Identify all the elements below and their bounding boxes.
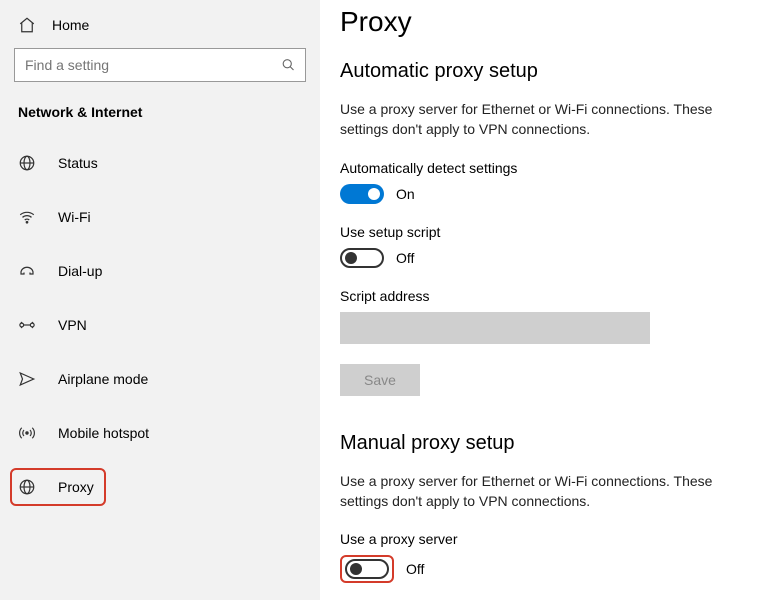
save-button[interactable]: Save bbox=[340, 364, 420, 396]
home-icon bbox=[18, 16, 36, 34]
sidebar-item-label: Status bbox=[58, 155, 98, 171]
search-wrap bbox=[14, 48, 306, 82]
home-label: Home bbox=[52, 17, 89, 33]
sidebar-item-label: VPN bbox=[58, 317, 87, 333]
sidebar-item-label: Airplane mode bbox=[58, 371, 148, 387]
sidebar-item-proxy[interactable]: Proxy bbox=[10, 468, 106, 506]
airplane-icon bbox=[18, 370, 36, 388]
page-title: Proxy bbox=[340, 6, 748, 38]
use-proxy-toggle[interactable] bbox=[345, 559, 389, 579]
home-nav[interactable]: Home bbox=[14, 12, 306, 48]
setup-script-state: Off bbox=[396, 250, 414, 266]
hotspot-icon bbox=[18, 424, 36, 442]
sidebar-item-dialup[interactable]: Dial-up bbox=[14, 252, 306, 290]
use-proxy-highlight bbox=[340, 555, 394, 583]
sidebar-item-wifi[interactable]: Wi-Fi bbox=[14, 198, 306, 236]
search-input[interactable] bbox=[14, 48, 306, 82]
proxy-icon bbox=[18, 478, 36, 496]
sidebar-item-label: Dial-up bbox=[58, 263, 102, 279]
wifi-icon bbox=[18, 208, 36, 226]
sidebar: Home Network & Internet Status Wi-Fi Dia… bbox=[0, 0, 320, 600]
setup-script-label: Use setup script bbox=[340, 224, 748, 240]
sidebar-item-label: Proxy bbox=[58, 479, 94, 495]
sidebar-item-hotspot[interactable]: Mobile hotspot bbox=[14, 414, 306, 452]
detect-settings-state: On bbox=[396, 186, 415, 202]
use-proxy-state: Off bbox=[406, 561, 424, 577]
detect-settings-label: Automatically detect settings bbox=[340, 160, 748, 176]
script-address-input[interactable] bbox=[340, 312, 650, 344]
sidebar-item-label: Mobile hotspot bbox=[58, 425, 149, 441]
auto-setup-title: Automatic proxy setup bbox=[340, 60, 748, 83]
sidebar-item-status[interactable]: Status bbox=[14, 144, 306, 182]
setup-script-toggle[interactable] bbox=[340, 248, 384, 268]
script-address-label: Script address bbox=[340, 288, 748, 304]
status-icon bbox=[18, 154, 36, 172]
manual-setup-title: Manual proxy setup bbox=[340, 432, 748, 455]
sidebar-section-title: Network & Internet bbox=[14, 100, 306, 144]
manual-setup-desc: Use a proxy server for Ethernet or Wi-Fi… bbox=[340, 471, 748, 512]
auto-setup-desc: Use a proxy server for Ethernet or Wi-Fi… bbox=[340, 99, 748, 140]
main-content: Proxy Automatic proxy setup Use a proxy … bbox=[320, 0, 776, 600]
sidebar-item-label: Wi-Fi bbox=[58, 209, 91, 225]
vpn-icon bbox=[18, 316, 36, 334]
detect-settings-toggle[interactable] bbox=[340, 184, 384, 204]
sidebar-item-airplane[interactable]: Airplane mode bbox=[14, 360, 306, 398]
use-proxy-label: Use a proxy server bbox=[340, 531, 748, 547]
dialup-icon bbox=[18, 262, 36, 280]
sidebar-item-vpn[interactable]: VPN bbox=[14, 306, 306, 344]
